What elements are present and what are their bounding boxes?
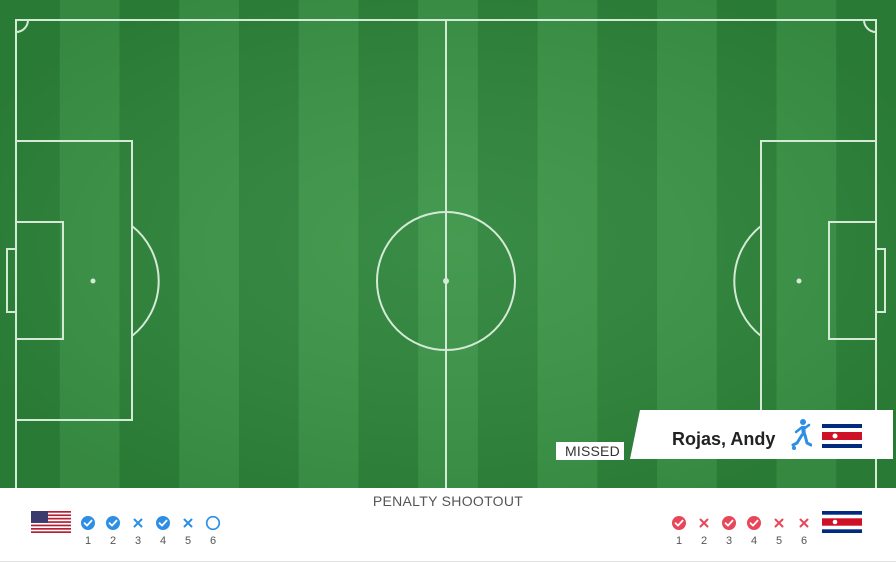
event-card: Rojas, Andy <box>630 410 893 459</box>
event-status-label: MISSED <box>556 442 624 460</box>
usa-flag <box>31 511 71 533</box>
kick-missed-icon <box>799 518 809 528</box>
home-kick-1: 1 <box>80 515 96 549</box>
kick-number: 3 <box>725 535 733 547</box>
away-kick-4: 4 <box>746 515 762 549</box>
home-kick-6: 6 <box>205 515 221 549</box>
kick-scored-icon <box>672 516 686 530</box>
kick-number: 2 <box>700 535 708 547</box>
penalty-shootout-bar: PENALTY SHOOTOUT 1 2 3 4 5 6 1 2 3 4 5 6 <box>0 488 896 562</box>
kick-missed-icon <box>699 518 709 528</box>
away-kick-1: 1 <box>671 515 687 549</box>
kick-number: 2 <box>109 535 117 547</box>
kick-number: 1 <box>84 535 92 547</box>
kick-number: 6 <box>800 535 808 547</box>
kick-number: 5 <box>775 535 783 547</box>
kick-number: 3 <box>134 535 142 547</box>
home-kick-3: 3 <box>130 515 146 549</box>
kick-number: 5 <box>184 535 192 547</box>
home-kick-2: 2 <box>105 515 121 549</box>
kick-number: 4 <box>750 535 758 547</box>
kick-scored-icon <box>747 516 761 530</box>
kick-missed-icon <box>774 518 784 528</box>
home-kick-5: 5 <box>180 515 196 549</box>
away-kick-6: 6 <box>796 515 812 549</box>
kick-scored-icon <box>81 516 95 530</box>
away-kick-3: 3 <box>721 515 737 549</box>
kick-scored-icon <box>106 516 120 530</box>
costa-rica-flag <box>822 511 862 533</box>
away-kick-5: 5 <box>771 515 787 549</box>
home-kick-4: 4 <box>155 515 171 549</box>
kick-number: 1 <box>675 535 683 547</box>
kick-missed-icon <box>133 518 143 528</box>
shootout-title: PENALTY SHOOTOUT <box>372 493 524 509</box>
away-kick-2: 2 <box>696 515 712 549</box>
kick-missed-icon <box>183 518 193 528</box>
kick-number: 4 <box>159 535 167 547</box>
kick-scored-icon <box>722 516 736 530</box>
kick-pending-icon <box>205 515 221 531</box>
kick-number: 6 <box>209 535 217 547</box>
kick-scored-icon <box>156 516 170 530</box>
kicking-player-icon <box>791 419 812 450</box>
costa-rica-flag <box>822 424 862 448</box>
player-name: Rojas, Andy <box>672 429 776 449</box>
